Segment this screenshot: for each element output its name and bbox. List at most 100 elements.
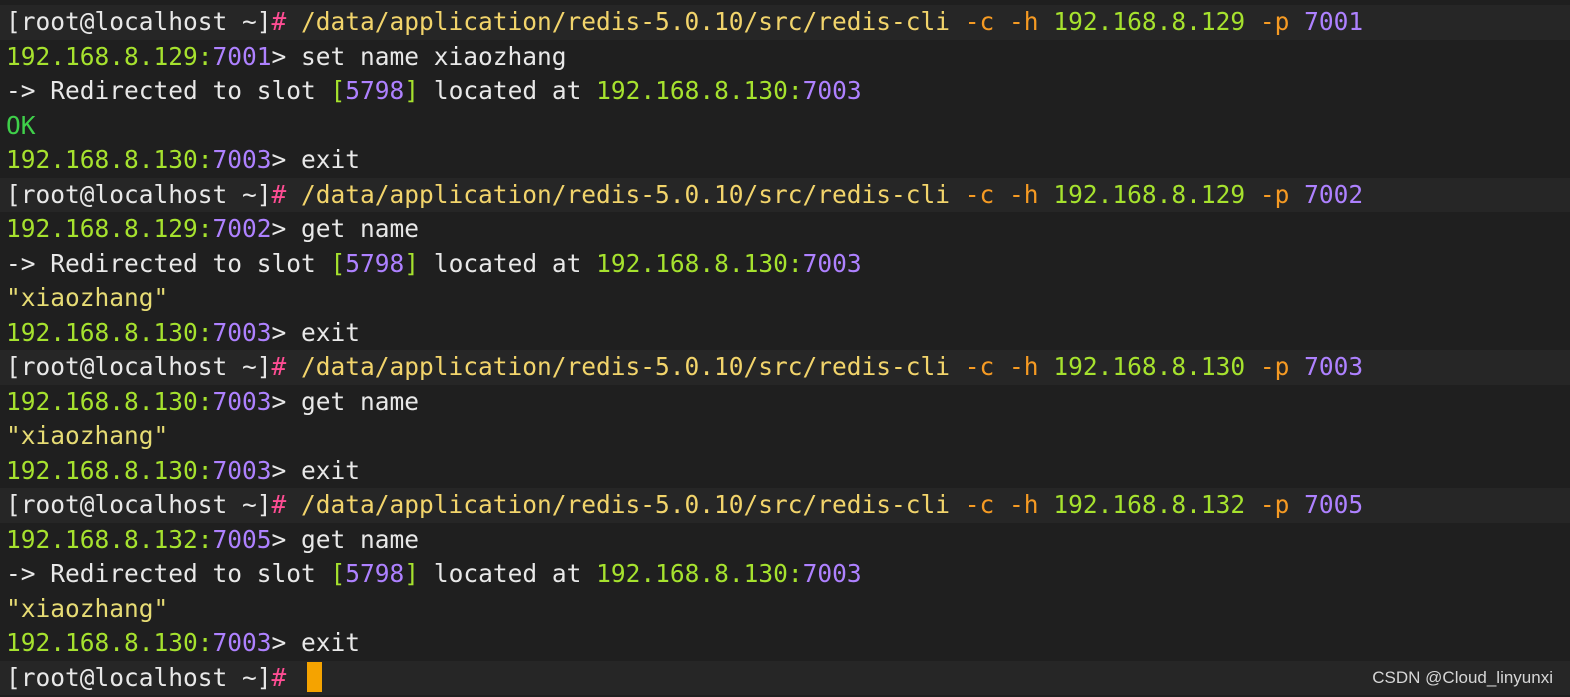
terminal-text-segment: [ [330, 248, 346, 278]
terminal-text-segment: 5798 [345, 76, 405, 105]
terminal-text-segment: 192.168.8.130: [596, 76, 803, 105]
terminal-text-segment: -> Redirected to slot [6, 248, 331, 278]
terminal-text-segment: /data/application/redis-5.0.10/src/redis… [301, 7, 965, 36]
terminal-text-segment: located at [433, 248, 597, 278]
terminal-output-line: 192.168.8.129:7001> set name xiaozhang [0, 40, 1570, 75]
terminal-text-segment: 192.168.8.132: [6, 524, 213, 554]
terminal-text-segment: -p [1259, 7, 1305, 36]
terminal-output-line: "xiaozhang" [0, 592, 1570, 627]
terminal-text-segment: ] [404, 76, 434, 105]
terminal-text-segment: > get name [271, 386, 420, 416]
terminal-text-segment: > exit [271, 455, 361, 485]
terminal-output-line: 192.168.8.130:7003> exit [0, 316, 1570, 351]
terminal-text-segment: "xiaozhang" [6, 593, 169, 623]
terminal-text-segment: [root@localhost ~] [6, 179, 272, 209]
watermark-text: CSDN @Cloud_linyunxi [1372, 668, 1553, 687]
text-cursor[interactable] [307, 661, 323, 692]
terminal-text-segment: ] [404, 559, 434, 588]
terminal-text-segment: [ [330, 76, 346, 105]
terminal-text-segment: 192.168.8.130: [6, 628, 213, 657]
terminal-text-segment: 192.168.8.130 [1053, 352, 1260, 381]
terminal-output-line: "xiaozhang" [0, 419, 1570, 454]
terminal-output-line: 192.168.8.130:7003> exit [0, 143, 1570, 178]
terminal-text-segment: 5798 [345, 559, 405, 588]
terminal-output-line: 192.168.8.130:7003> get name [0, 385, 1570, 420]
terminal-text-segment: [root@localhost ~] [6, 352, 272, 381]
terminal-output-line: 192.168.8.132:7005> get name [0, 523, 1570, 558]
terminal-text-segment: ] [404, 248, 434, 278]
terminal-text-segment: 7003 [212, 455, 272, 485]
terminal-text-segment: 192.168.8.130: [6, 455, 213, 485]
shell-prompt-line: [root@localhost ~]# /data/application/re… [0, 5, 1570, 40]
terminal-text-segment: [root@localhost ~] [6, 490, 272, 519]
terminal-text-segment: 7005 [1304, 490, 1364, 519]
terminal-text-segment: -> Redirected to slot [6, 76, 331, 105]
terminal-text-segment: [root@localhost ~] [6, 7, 272, 36]
shell-prompt-line: [root@localhost ~]# /data/application/re… [0, 177, 1570, 212]
terminal-output-line: -> Redirected to slot [5798] located at … [0, 247, 1570, 282]
terminal-text-segment: -> Redirected to slot [6, 559, 331, 588]
terminal-text-segment: -p [1259, 352, 1305, 381]
terminal-text-segment: "xiaozhang" [6, 421, 169, 450]
terminal-text-segment: 7002 [212, 214, 272, 243]
terminal-output-line: 192.168.8.129:7002> get name [0, 212, 1570, 247]
terminal-text-segment: 7003 [802, 559, 862, 588]
terminal-text-segment: 7003 [1304, 352, 1364, 381]
terminal-text-segment: > get name [271, 524, 420, 554]
terminal-window[interactable]: [root@localhost ~]# /data/application/re… [0, 5, 1570, 695]
terminal-text-segment: 192.168.8.130: [596, 248, 803, 278]
terminal-output-line: -> Redirected to slot [5798] located at … [0, 557, 1570, 592]
terminal-text-segment: -c -h [964, 179, 1054, 209]
terminal-output-line: "xiaozhang" [0, 281, 1570, 316]
terminal-text-segment: -p [1259, 490, 1305, 519]
terminal-text-segment: 192.168.8.129 [1053, 179, 1260, 209]
terminal-text-segment: > exit [271, 628, 361, 657]
terminal-text-segment: # [271, 7, 302, 36]
terminal-text-segment: [root@localhost ~] [6, 662, 272, 692]
shell-prompt-line: [root@localhost ~]# /data/application/re… [0, 350, 1570, 385]
terminal-text-segment: 192.168.8.129 [1053, 7, 1260, 36]
terminal-text-segment: 7003 [802, 248, 862, 278]
terminal-text-segment: > get name [271, 214, 420, 243]
terminal-text-segment: # [271, 179, 302, 209]
terminal-text-segment: 7001 [212, 41, 272, 71]
terminal-text-segment: 5798 [345, 248, 405, 278]
terminal-output-line: OK [0, 109, 1570, 144]
terminal-text-segment: located at [433, 559, 597, 588]
terminal-text-segment: /data/application/redis-5.0.10/src/redis… [301, 352, 965, 381]
terminal-text-segment: # [271, 352, 302, 381]
terminal-text-segment: -c -h [964, 7, 1054, 36]
terminal-text-segment: 192.168.8.130: [6, 386, 213, 416]
shell-prompt-line: [root@localhost ~]# [0, 660, 1570, 695]
terminal-text-segment: OK [6, 110, 36, 140]
terminal-text-segment: /data/application/redis-5.0.10/src/redis… [301, 179, 965, 209]
terminal-text-segment: # [271, 662, 302, 692]
terminal-text-segment: 192.168.8.130: [6, 145, 213, 174]
terminal-output-line: 192.168.8.130:7003> exit [0, 626, 1570, 661]
terminal-text-segment: 192.168.8.132 [1053, 490, 1260, 519]
terminal-text-segment: 192.168.8.129: [6, 41, 213, 71]
terminal-output-line: -> Redirected to slot [5798] located at … [0, 74, 1570, 109]
terminal-text-segment: 7002 [1304, 179, 1364, 209]
terminal-text-segment: 192.168.8.129: [6, 214, 213, 243]
terminal-text-segment: -p [1259, 179, 1305, 209]
terminal-text-segment: 7005 [212, 524, 272, 554]
shell-prompt-line: [root@localhost ~]# /data/application/re… [0, 488, 1570, 523]
terminal-text-segment: /data/application/redis-5.0.10/src/redis… [301, 490, 965, 519]
terminal-text-segment: located at [433, 76, 597, 105]
terminal-text-segment: 192.168.8.130: [6, 317, 213, 347]
terminal-text-segment: # [271, 490, 302, 519]
terminal-text-segment: 192.168.8.130: [596, 559, 803, 588]
terminal-text-segment: > exit [271, 317, 361, 347]
terminal-text-segment: 7003 [212, 628, 272, 657]
terminal-text-segment: > exit [271, 145, 361, 174]
terminal-text-segment: 7001 [1304, 7, 1364, 36]
terminal-output-line: 192.168.8.130:7003> exit [0, 454, 1570, 489]
terminal-text-segment: 7003 [212, 386, 272, 416]
terminal-text-segment: 7003 [802, 76, 862, 105]
terminal-text-segment: > set name xiaozhang [271, 41, 567, 71]
terminal-text-segment: [ [330, 559, 346, 588]
terminal-text-segment: 7003 [212, 317, 272, 347]
terminal-text-segment: 7003 [212, 145, 272, 174]
terminal-text-segment: "xiaozhang" [6, 283, 169, 312]
